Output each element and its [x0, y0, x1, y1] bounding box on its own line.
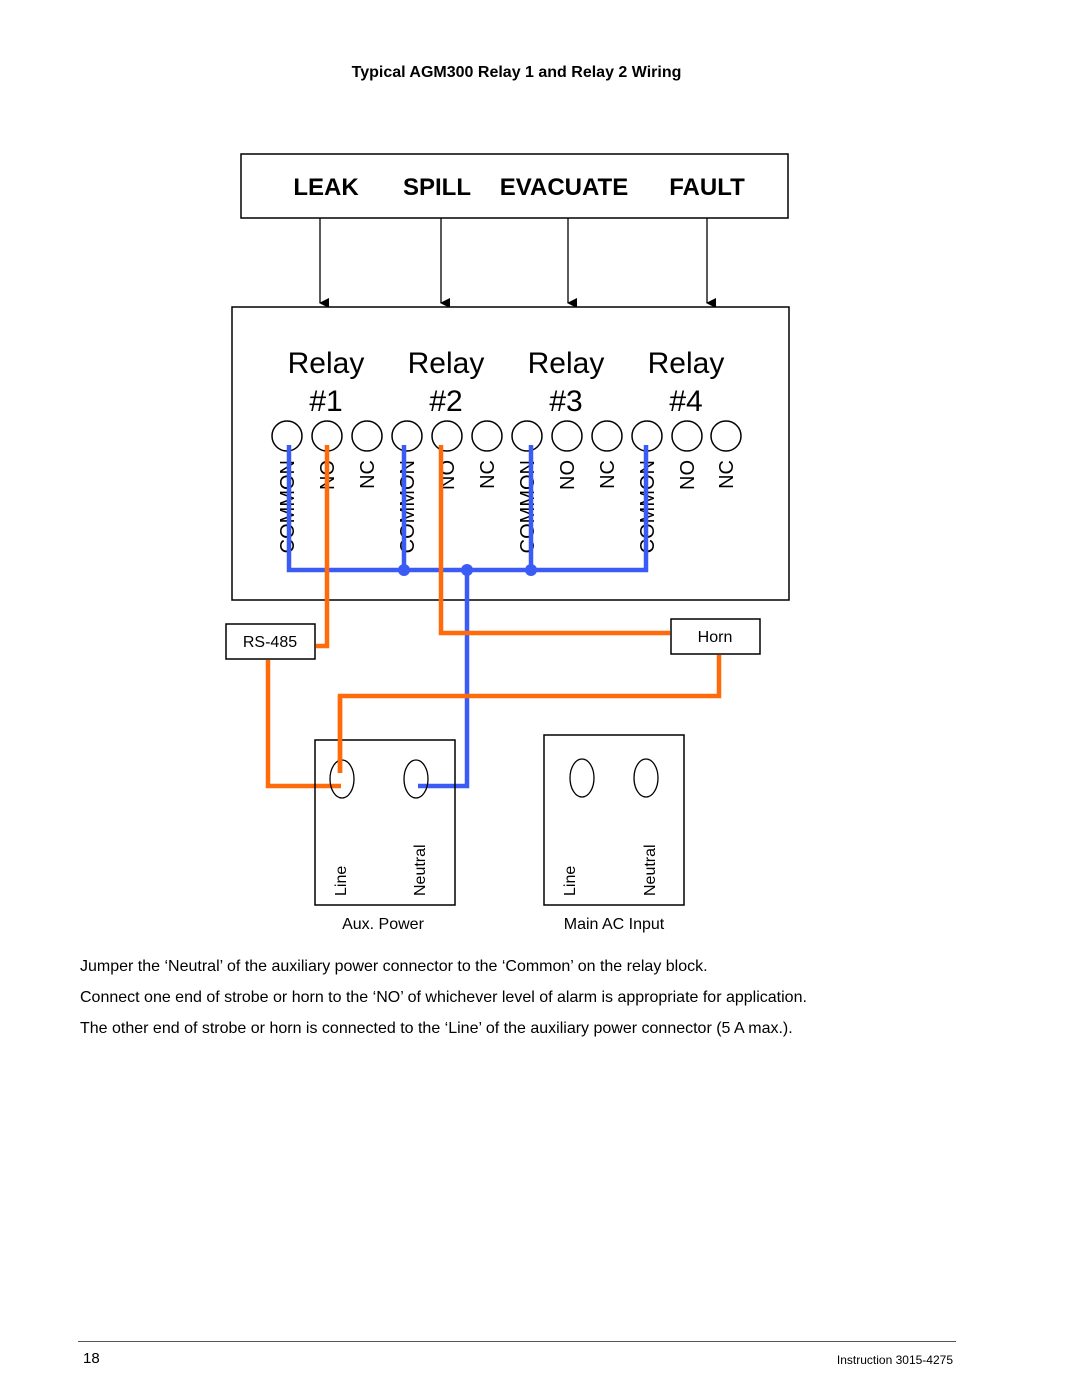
- relay-3-common-label: COMMON: [517, 460, 539, 553]
- aux-neutral-label: Neutral: [412, 844, 429, 896]
- junction-dot: [398, 564, 410, 576]
- relay-3-nc-terminal: [591, 420, 623, 452]
- main-ac-neutral-label: Neutral: [642, 844, 659, 896]
- relay-1-label: Relay: [288, 347, 365, 380]
- document-reference: Instruction 3015-4275: [836, 1353, 953, 1367]
- junction-dot: [525, 564, 537, 576]
- relay-1-number: #1: [309, 385, 342, 418]
- page-number: 18: [83, 1350, 100, 1367]
- alarm-label-leak: LEAK: [293, 174, 359, 201]
- aux-power-caption: Aux. Power: [342, 916, 424, 933]
- note-line-3: The other end of strobe or horn is conne…: [80, 1020, 793, 1037]
- relay-1-nc-terminal: [351, 420, 383, 452]
- relay-2-nc-label: NC: [477, 460, 499, 489]
- main-ac-line-label: Line: [562, 866, 579, 896]
- main-ac-caption: Main AC Input: [564, 916, 665, 933]
- relay-2-label: Relay: [408, 347, 485, 380]
- main-ac-neutral-terminal: [633, 758, 659, 798]
- relay-2-nc-terminal: [471, 420, 503, 452]
- alarm-label-spill: SPILL: [403, 174, 471, 201]
- relay-4-no-label: NO: [677, 460, 699, 490]
- alarm-label-fault: FAULT: [669, 174, 745, 201]
- note-line-1: Jumper the ‘Neutral’ of the auxiliary po…: [80, 958, 708, 975]
- relay-2-common-label: COMMON: [397, 460, 419, 553]
- relay-3-common-terminal: [511, 420, 543, 452]
- relay-2-no-terminal: [431, 420, 463, 452]
- relay-3-label: Relay: [528, 347, 605, 380]
- junction-dot: [461, 564, 473, 576]
- relay-3-nc-label: NC: [597, 460, 619, 489]
- relay-3-number: #3: [549, 385, 582, 418]
- horn-to-aux-line-wire: [337, 655, 722, 773]
- wiring-diagram: LEAK SPILL EVACUATE FAULT Relay #1 Relay…: [225, 153, 790, 933]
- aux-line-label: Line: [333, 866, 350, 896]
- aux-neutral-terminal: [403, 759, 429, 799]
- footer-divider: [78, 1341, 956, 1342]
- main-ac-line-terminal: [569, 758, 595, 798]
- relay-2-number: #2: [429, 385, 462, 418]
- relay-4-number: #4: [669, 385, 702, 418]
- relay-4-no-terminal: [671, 420, 703, 452]
- relay-4-nc-label: NC: [716, 460, 738, 489]
- relay-3-no-label: NO: [557, 460, 579, 490]
- relay-4-label: Relay: [648, 347, 725, 380]
- alarm-label-evacuate: EVACUATE: [500, 174, 628, 201]
- relay-4-nc-terminal: [710, 420, 742, 452]
- relay-1-nc-label: NC: [357, 460, 379, 489]
- rs485-to-aux-line-wire: [265, 660, 341, 789]
- relay-2-common-terminal: [391, 420, 423, 452]
- horn-label: Horn: [698, 629, 733, 646]
- rs485-label: RS-485: [243, 634, 297, 651]
- note-line-2: Connect one end of strobe or horn to the…: [80, 989, 807, 1006]
- relay-3-no-terminal: [551, 420, 583, 452]
